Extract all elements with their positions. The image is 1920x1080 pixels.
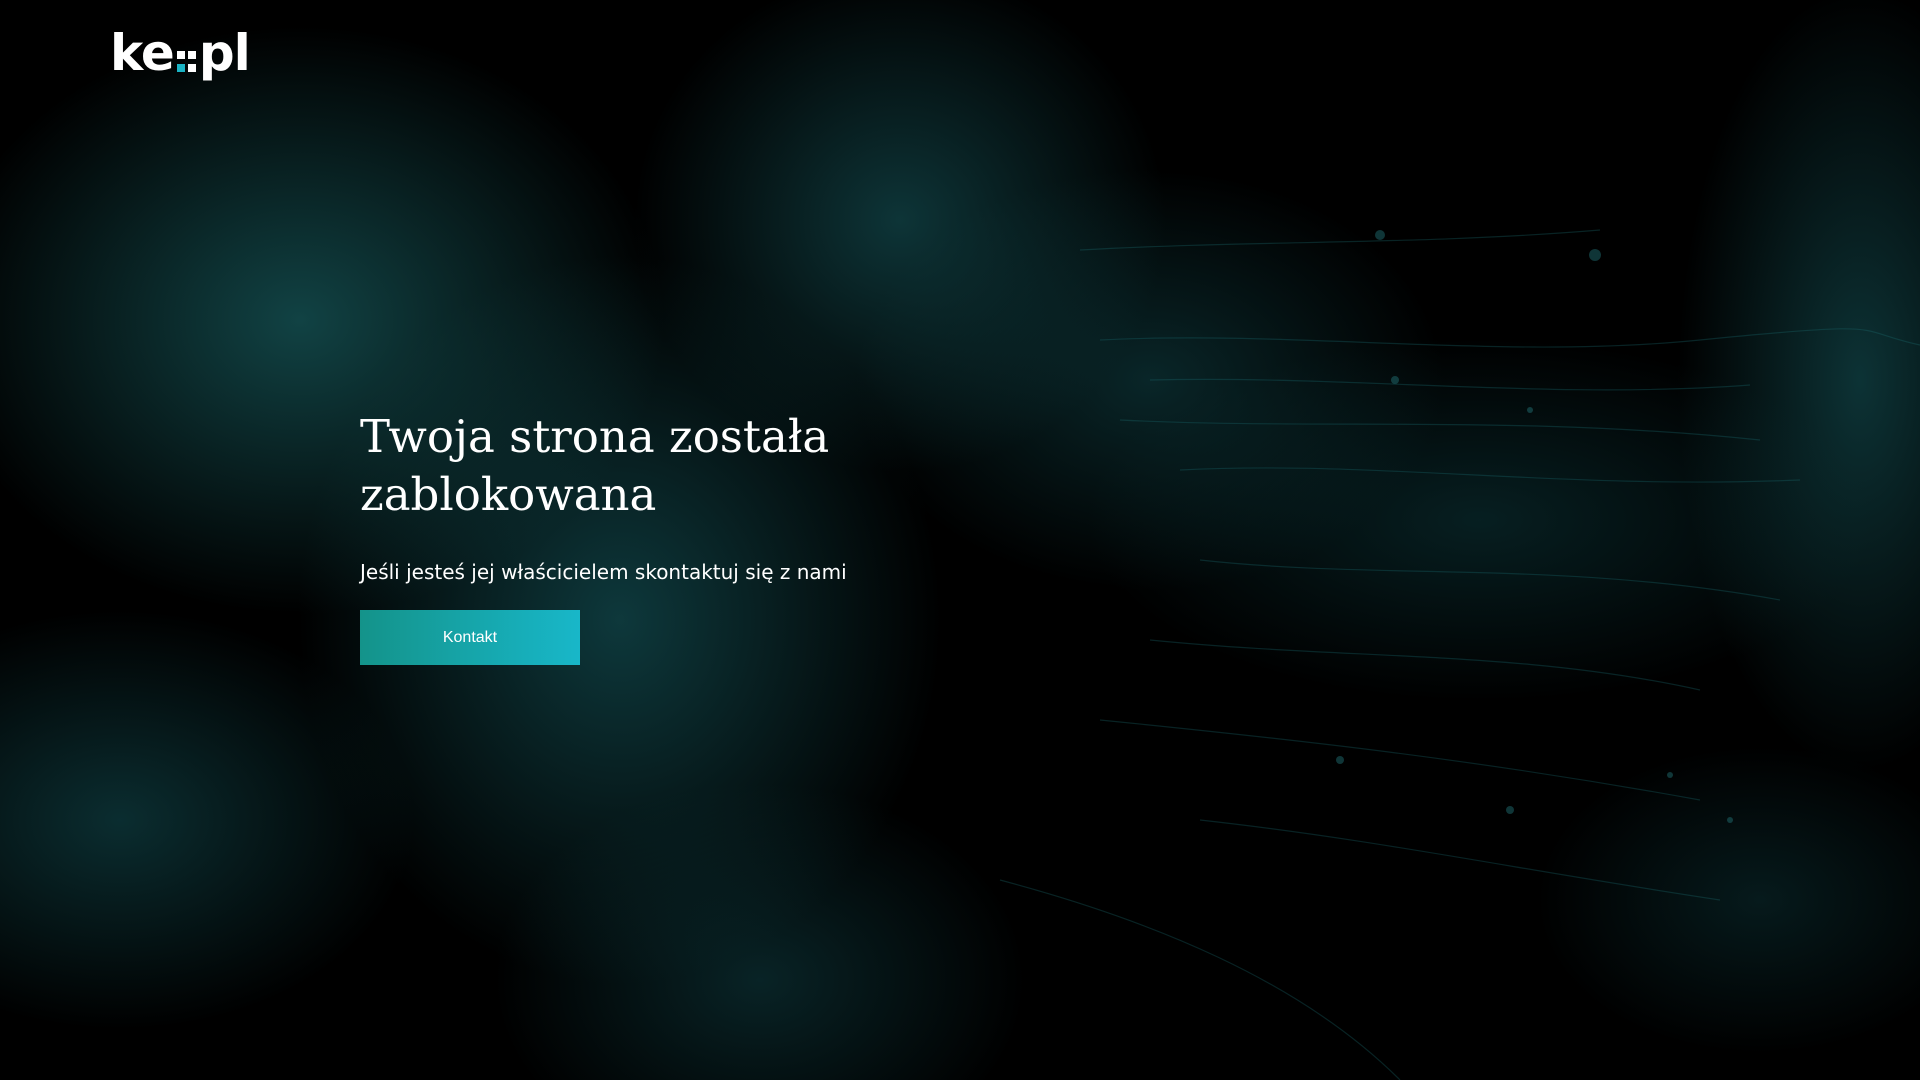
page-title-line-2: zablokowana (360, 468, 657, 521)
page-title: Twoja strona została zablokowana (360, 408, 920, 524)
owner-contact-text: Jeśli jesteś jej właścicielem skontaktuj… (360, 560, 847, 584)
blocked-message: Twoja strona została zablokowana Jeśli j… (360, 408, 920, 665)
smoke-wisps-decoration (999, 229, 1920, 1080)
logo-text-right: pl (198, 24, 251, 82)
keepl-logo[interactable]: ke pl (110, 24, 251, 82)
page: ke pl Twoja strona została zablokowana J… (0, 0, 1920, 1080)
logo-text-left: ke (110, 24, 175, 82)
logo-dots-white (187, 51, 196, 72)
logo-dots-accent (176, 51, 185, 72)
contact-button[interactable]: Kontakt (360, 610, 580, 665)
page-title-line-1: Twoja strona została (360, 410, 830, 463)
